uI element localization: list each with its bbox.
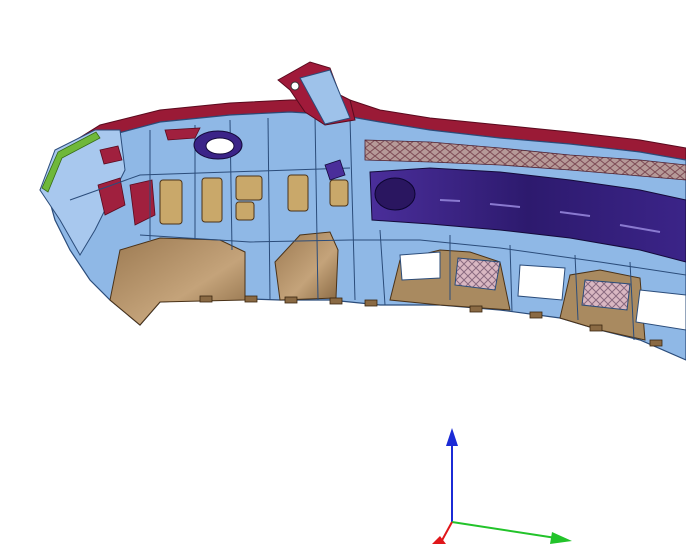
x-axis-line — [451, 521, 557, 539]
fog-opening-2 — [517, 264, 566, 301]
axis-triad — [432, 428, 572, 544]
clip-3 — [235, 175, 263, 201]
lower-mesh-1 — [454, 257, 501, 291]
sensor-lens — [205, 137, 235, 155]
beige-pocket-1 — [109, 237, 246, 326]
bumper-model[interactable] — [39, 61, 686, 361]
3d-canvas[interactable] — [0, 0, 686, 544]
clip-2 — [201, 177, 223, 223]
clip-4 — [235, 201, 255, 221]
3d-viewport[interactable] — [0, 0, 686, 544]
sensor-bracket — [164, 127, 201, 141]
clip-5 — [287, 174, 309, 212]
y-axis-arrow — [446, 428, 458, 446]
x-axis-arrow — [550, 532, 572, 544]
clip-6 — [329, 179, 349, 207]
beam-end-hole — [374, 177, 416, 211]
fog-opening-1 — [399, 251, 441, 281]
clip-1 — [159, 179, 183, 225]
tower-bolt — [290, 81, 300, 91]
lower-mesh-2 — [581, 279, 631, 311]
